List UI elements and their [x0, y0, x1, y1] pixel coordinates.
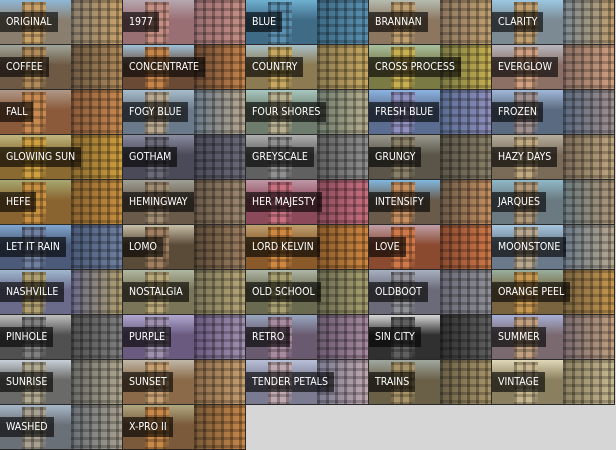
filter-label: VINTAGE	[492, 372, 545, 392]
filter-label: LOMO	[123, 237, 163, 257]
filter-tile-lord-kelvin[interactable]: LORD KELVIN	[246, 225, 369, 270]
filter-label: BRANNAN	[369, 12, 428, 32]
filter-label: ORANGE PEEL	[492, 282, 571, 302]
filter-label: GRUNGY	[369, 147, 422, 167]
filter-label: OLDBOOT	[369, 282, 428, 302]
filter-tile-nashville[interactable]: NASHVILLE	[0, 270, 123, 315]
filter-tile-let-it-rain[interactable]: LET IT RAIN	[0, 225, 123, 270]
filter-tile-coffee[interactable]: COFFEE	[0, 45, 123, 90]
filter-label: LOVE	[369, 237, 406, 257]
filter-tile-grungy[interactable]: GRUNGY	[369, 135, 492, 180]
filter-label: NOSTALGIA	[123, 282, 189, 302]
filter-tile-intensify[interactable]: INTENSIFY	[369, 180, 492, 225]
filter-tile-oldboot[interactable]: OLDBOOT	[369, 270, 492, 315]
filter-tile-jarques[interactable]: JARQUES	[492, 180, 615, 225]
filter-tile-everglow[interactable]: EVERGLOW	[492, 45, 615, 90]
filter-tile-blue[interactable]: BLUE	[246, 0, 369, 45]
filter-label: GREYSCALE	[246, 147, 314, 167]
filter-label: CROSS PROCESS	[369, 57, 461, 77]
filter-tile-hemingway[interactable]: HEMINGWAY	[123, 180, 246, 225]
filter-tile-sin-city[interactable]: SIN CITY	[369, 315, 492, 360]
filter-tile-moonstone[interactable]: MOONSTONE	[492, 225, 615, 270]
filter-label: MOONSTONE	[492, 237, 567, 257]
filter-label: WASHED	[0, 417, 54, 437]
filter-label: FOGY BLUE	[123, 102, 188, 122]
filter-tile-fogy-blue[interactable]: FOGY BLUE	[123, 90, 246, 135]
filter-tile-frozen[interactable]: FROZEN	[492, 90, 615, 135]
filter-label: COFFEE	[0, 57, 49, 77]
filter-tile-tender-petals[interactable]: TENDER PETALS	[246, 360, 369, 405]
filter-tile-original[interactable]: ORIGINAL	[0, 0, 123, 45]
filter-tile-lomo[interactable]: LOMO	[123, 225, 246, 270]
filter-label: INTENSIFY	[369, 192, 430, 212]
filter-label: OLD SCHOOL	[246, 282, 321, 302]
filter-label: CONCENTRATE	[123, 57, 206, 77]
filter-label: PINHOLE	[0, 327, 54, 347]
filter-label: SUNSET	[123, 372, 173, 392]
filter-tile-hazy-days[interactable]: HAZY DAYS	[492, 135, 615, 180]
filter-label: ORIGINAL	[0, 12, 58, 32]
filter-tile-1977[interactable]: 1977	[123, 0, 246, 45]
filter-label: HAZY DAYS	[492, 147, 558, 167]
filter-label: RETRO	[246, 327, 291, 347]
filter-tile-sunrise[interactable]: SUNRISE	[0, 360, 123, 405]
filter-label: HEMINGWAY	[123, 192, 194, 212]
filter-tile-pinhole[interactable]: PINHOLE	[0, 315, 123, 360]
filter-label: CLARITY	[492, 12, 544, 32]
filter-label: GLOWING SUN	[0, 147, 82, 167]
filter-tile-cross-process[interactable]: CROSS PROCESS	[369, 45, 492, 90]
filter-tile-summer[interactable]: SUMMER	[492, 315, 615, 360]
filter-tile-four-shores[interactable]: FOUR SHORES	[246, 90, 369, 135]
filter-label: HER MAJESTY	[246, 192, 322, 212]
filter-tile-orange-peel[interactable]: ORANGE PEEL	[492, 270, 615, 315]
filter-tile-concentrate[interactable]: CONCENTRATE	[123, 45, 246, 90]
filter-tile-country[interactable]: COUNTRY	[246, 45, 369, 90]
filter-tile-vintage[interactable]: VINTAGE	[492, 360, 615, 405]
filter-label: FOUR SHORES	[246, 102, 327, 122]
filter-tile-old-school[interactable]: OLD SCHOOL	[246, 270, 369, 315]
filter-tile-love[interactable]: LOVE	[369, 225, 492, 270]
filter-tile-gotham[interactable]: GOTHAM	[123, 135, 246, 180]
filter-tile-retro[interactable]: RETRO	[246, 315, 369, 360]
filter-tile-greyscale[interactable]: GREYSCALE	[246, 135, 369, 180]
filter-label: TRAINS	[369, 372, 416, 392]
filter-tile-hefe[interactable]: HEFE	[0, 180, 123, 225]
filter-tile-washed[interactable]: WASHED	[0, 405, 123, 450]
filter-label: 1977	[123, 12, 160, 32]
filter-tile-fresh-blue[interactable]: FRESH BLUE	[369, 90, 492, 135]
filter-label: SUMMER	[492, 327, 546, 347]
filter-label: LORD KELVIN	[246, 237, 320, 257]
filter-label: FALL	[0, 102, 34, 122]
filter-grid: ORIGINAL 1977 BLUE BRANNAN CLARITY COFFEE CONC…	[0, 0, 616, 450]
filter-label: COUNTRY	[246, 57, 304, 77]
filter-label: NASHVILLE	[0, 282, 65, 302]
filter-label: FRESH BLUE	[369, 102, 440, 122]
filter-label: JARQUES	[492, 192, 546, 212]
filter-tile-purple[interactable]: PURPLE	[123, 315, 246, 360]
filter-tile-trains[interactable]: TRAINS	[369, 360, 492, 405]
filter-tile-x-pro-ii[interactable]: X-PRO II	[123, 405, 246, 450]
filter-label: PURPLE	[123, 327, 172, 347]
filter-label: GOTHAM	[123, 147, 178, 167]
filter-tile-fall[interactable]: FALL	[0, 90, 123, 135]
filter-label: BLUE	[246, 12, 283, 32]
filter-label: X-PRO II	[123, 417, 173, 437]
filter-label: SUNRISE	[0, 372, 54, 392]
filter-label: FROZEN	[492, 102, 543, 122]
filter-label: HEFE	[0, 192, 37, 212]
filter-tile-sunset[interactable]: SUNSET	[123, 360, 246, 405]
filter-tile-glowing-sun[interactable]: GLOWING SUN	[0, 135, 123, 180]
filter-label: SIN CITY	[369, 327, 421, 347]
filter-label: TENDER PETALS	[246, 372, 334, 392]
filter-tile-clarity[interactable]: CLARITY	[492, 0, 615, 45]
filter-tile-nostalgia[interactable]: NOSTALGIA	[123, 270, 246, 315]
filter-tile-brannan[interactable]: BRANNAN	[369, 0, 492, 45]
filter-label: EVERGLOW	[492, 57, 558, 77]
filter-tile-her-majesty[interactable]: HER MAJESTY	[246, 180, 369, 225]
filter-label: LET IT RAIN	[0, 237, 66, 257]
